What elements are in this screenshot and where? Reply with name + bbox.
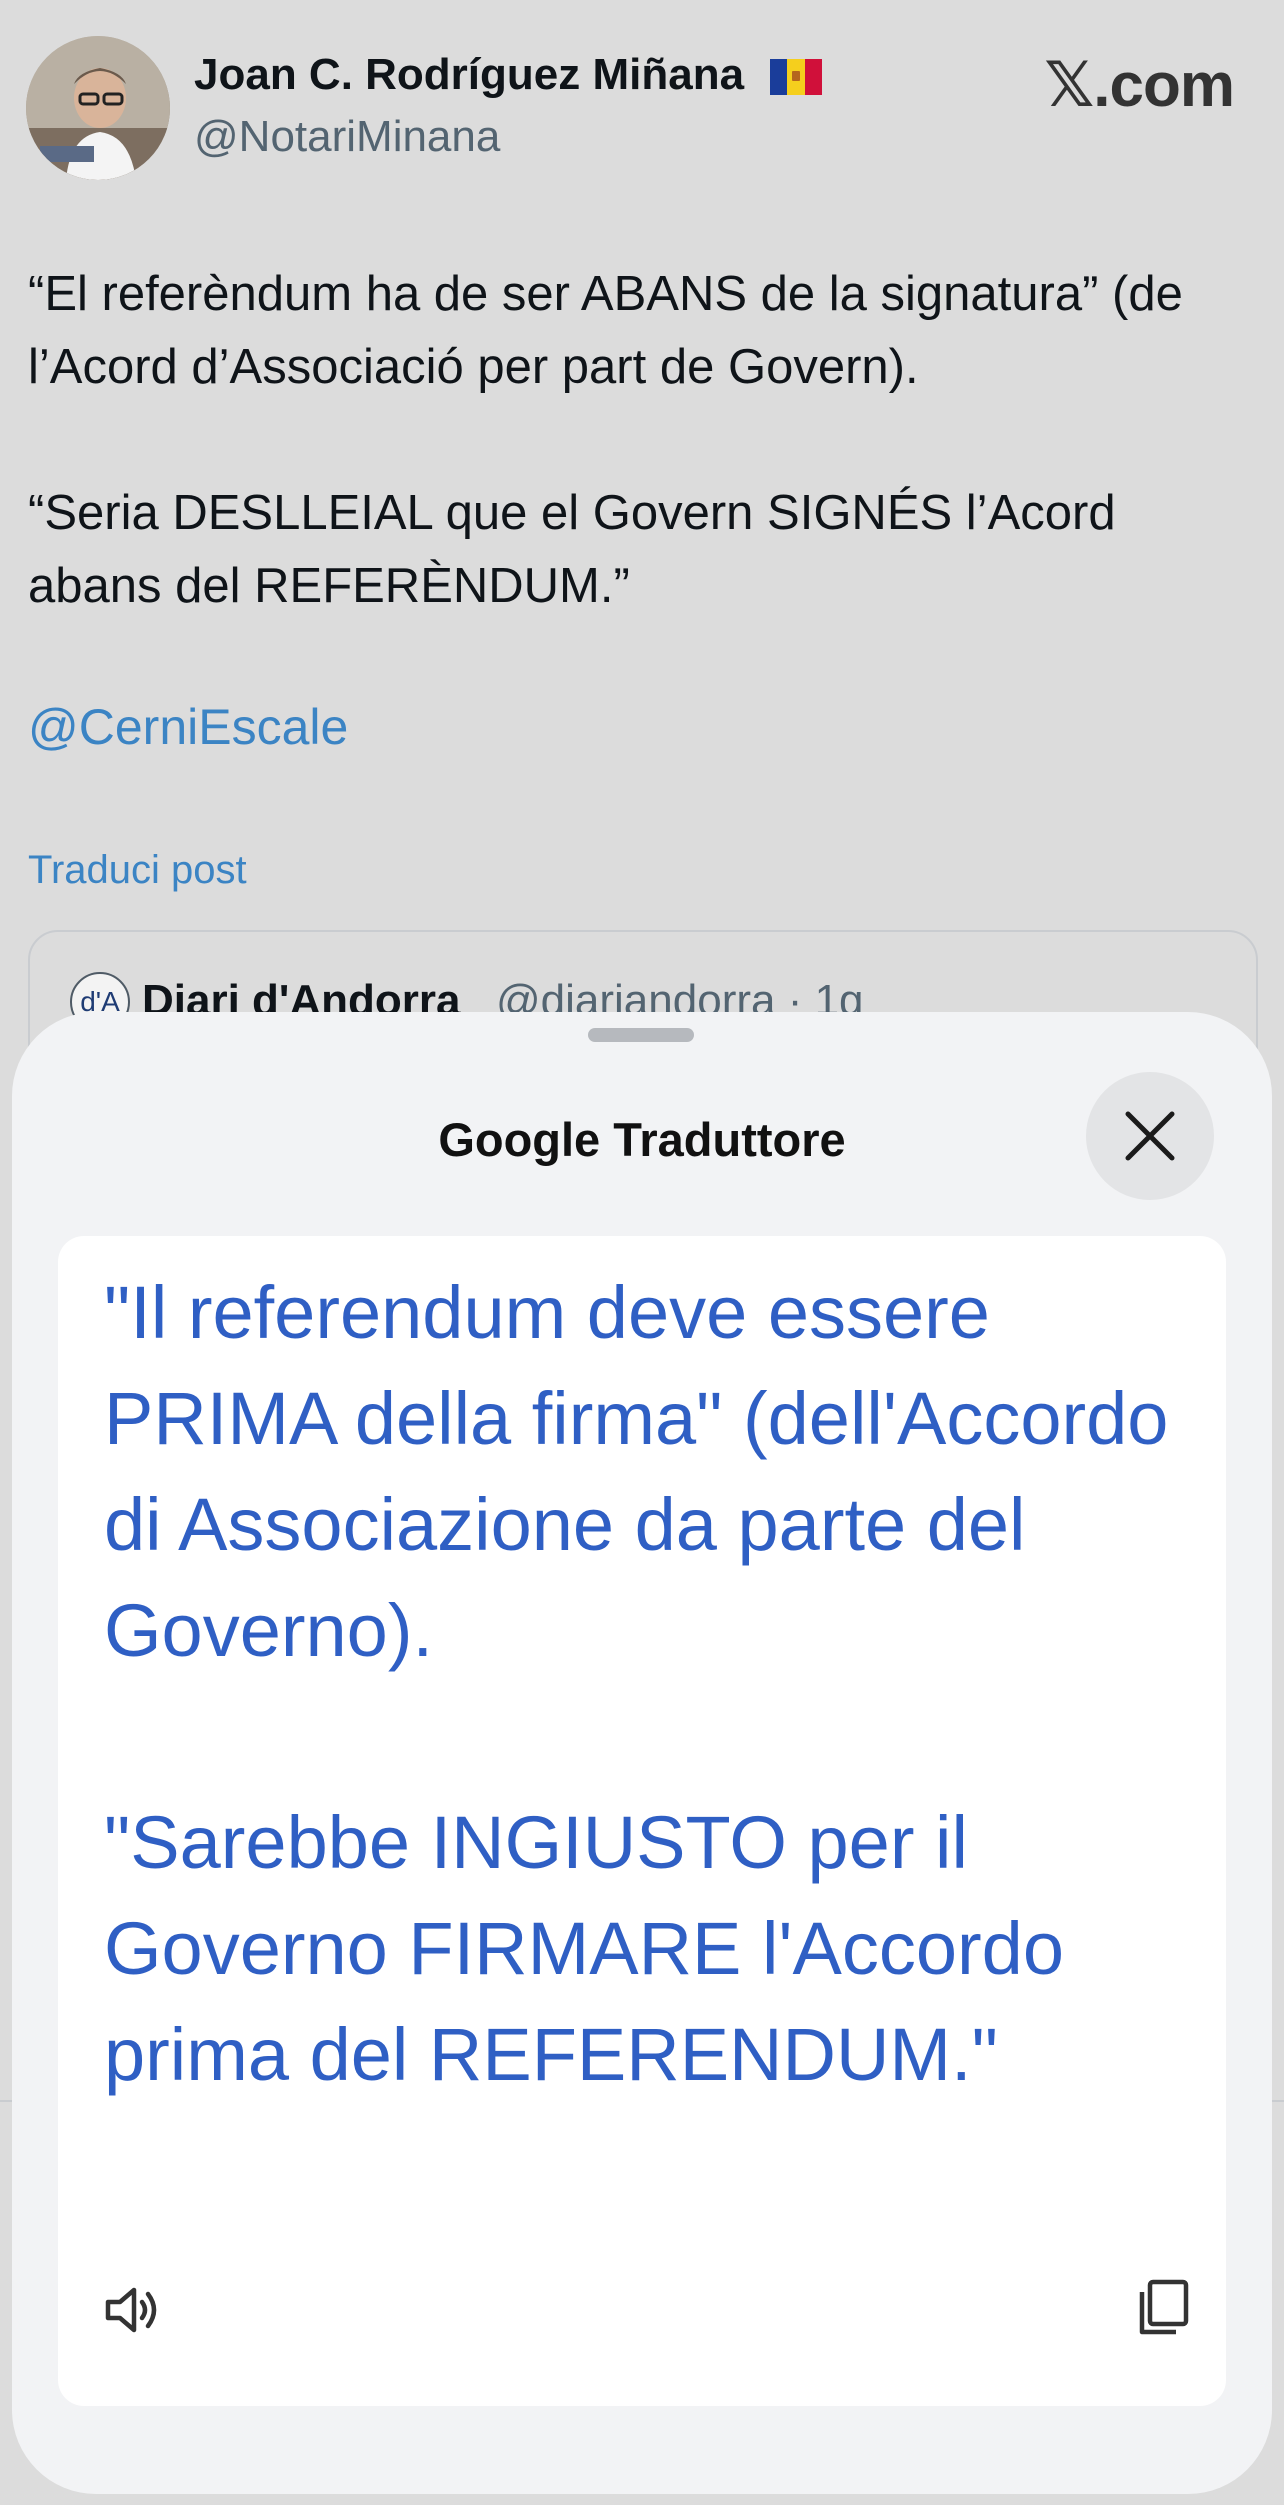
speaker-icon (105, 2287, 157, 2333)
author-handle[interactable]: @NotariMinana (194, 112, 500, 162)
translation-text: "Il referendum deve essere PRIMA della f… (104, 1271, 1169, 2096)
close-icon (1125, 1111, 1175, 1161)
translation-card: "Il referendum deve essere PRIMA della f… (58, 1236, 1226, 2406)
copy-icon (1139, 2279, 1189, 2335)
sheet-grabber[interactable] (588, 1028, 694, 1042)
sheet-title: Google Traduttore (438, 1113, 846, 1166)
author-name[interactable]: Joan C. Rodríguez Miñana (194, 50, 823, 100)
google-translate-sheet: Google Traduttore "Il referendum deve es… (12, 1012, 1272, 2494)
close-button[interactable] (1086, 1072, 1214, 1200)
copy-button[interactable] (1136, 2278, 1192, 2338)
author-name-text: Joan C. Rodríguez Miñana (194, 50, 745, 99)
avatar-photo (26, 36, 170, 180)
x-logo: 𝕏.com (1044, 51, 1235, 120)
translate-post-link[interactable]: Traduci post (28, 848, 247, 893)
listen-button[interactable] (102, 2280, 162, 2340)
author-avatar[interactable] (26, 36, 170, 180)
mention-link[interactable]: @CerniEscale (28, 698, 348, 756)
tweet-text: “El referèndum ha de ser ABANS de la sig… (28, 267, 1183, 613)
andorra-flag-icon (770, 59, 823, 96)
